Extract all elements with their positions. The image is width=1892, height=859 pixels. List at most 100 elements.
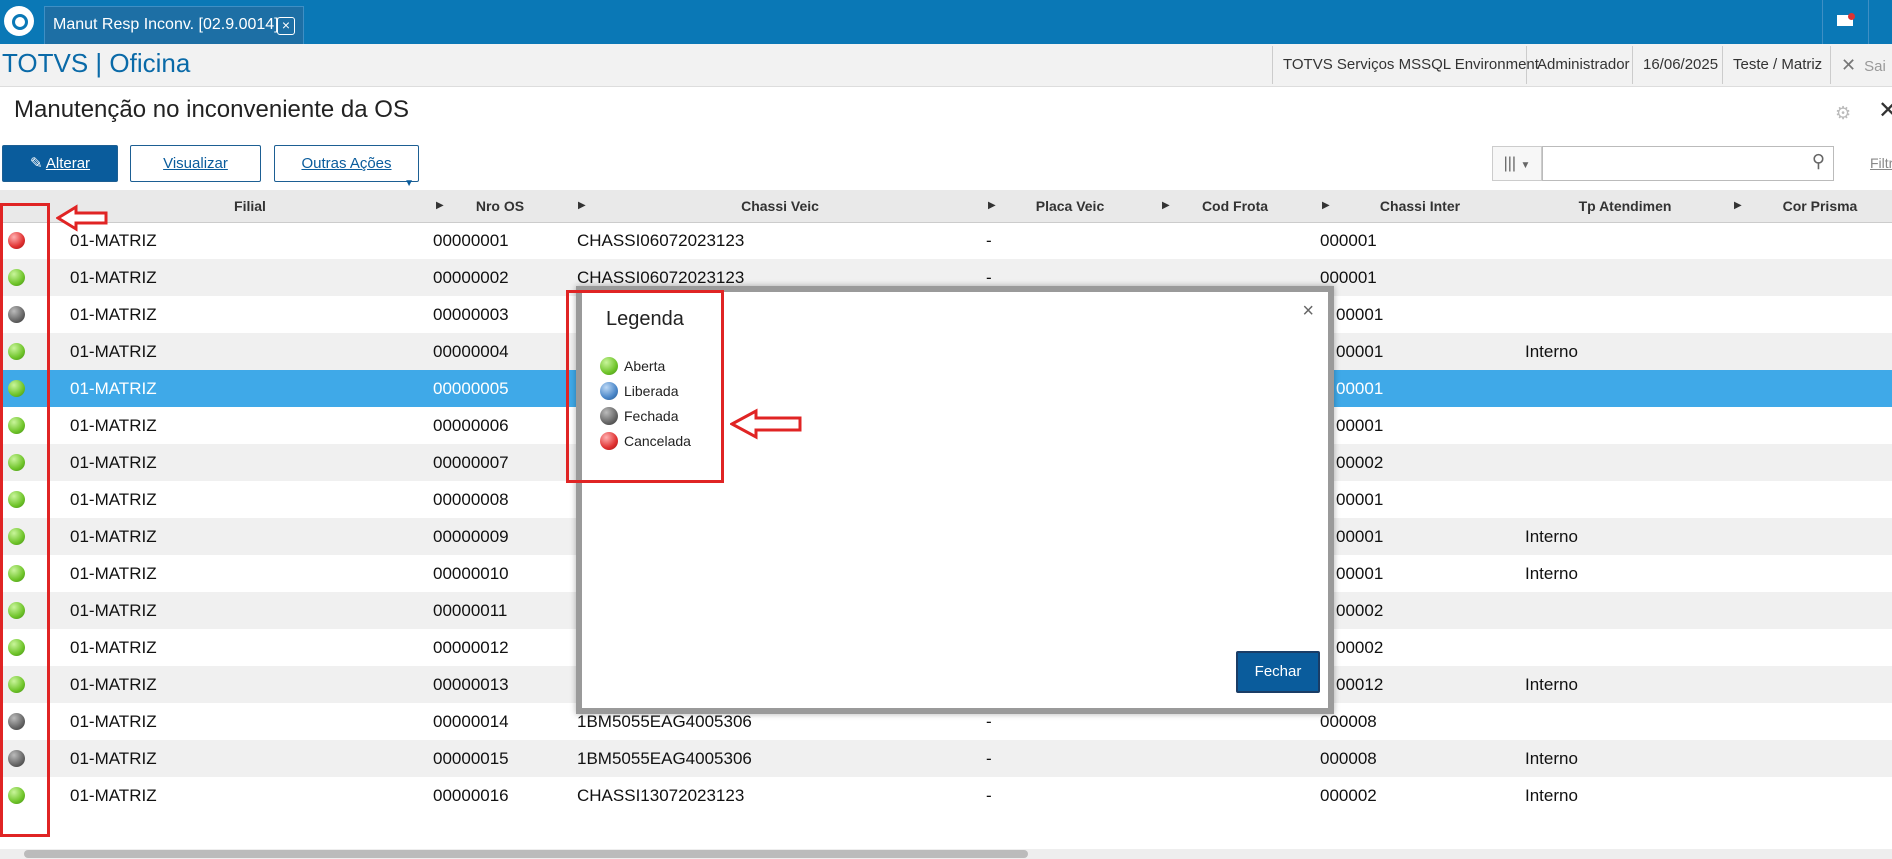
close-page-icon[interactable]: ✕ [1878, 96, 1892, 125]
cell-nro-os: 00000013 [433, 675, 509, 694]
sort-arrow-icon[interactable]: ▶ [578, 190, 586, 222]
pencil-icon: ✎ [29, 155, 46, 172]
col-cod-frota[interactable]: Cod Frota [1180, 190, 1290, 222]
cell-filial: 01-MATRIZ [70, 564, 157, 583]
cell-tp-atend: Interno [1525, 564, 1578, 583]
environment-label[interactable]: TOTVS Serviços MSSQL Environment [1272, 46, 1539, 84]
cell-filial: 01-MATRIZ [70, 638, 157, 657]
mail-icon[interactable] [1822, 0, 1867, 44]
col-filial[interactable]: Filial [170, 190, 330, 222]
cell-chassi-inter: 00002 [1336, 638, 1384, 657]
cell-chassi-veic: CHASSI13072023123 [577, 786, 745, 805]
cell-nro-os: 00000008 [433, 490, 509, 509]
table-row[interactable]: 01-MATRIZ 00000016 CHASSI13072023123 - 00000… [0, 777, 1892, 814]
branch-label[interactable]: Teste / Matriz [1722, 46, 1828, 84]
filter-link[interactable]: Filtr [1870, 155, 1892, 171]
cell-chassi-inter: 00012 [1336, 675, 1384, 694]
col-nro-os[interactable]: Nro OS [440, 190, 560, 222]
cell-filial: 01-MATRIZ [70, 786, 157, 805]
col-tp-atendimen[interactable]: Tp Atendimen [1560, 190, 1690, 222]
cell-tp-atend: Interno [1525, 342, 1578, 361]
date-label[interactable]: 16/06/2025 [1632, 46, 1722, 84]
exit-button[interactable]: ✕ Sai [1830, 46, 1892, 84]
cell-nro-os: 00000003 [433, 305, 509, 324]
col-cor-prisma[interactable]: Cor Prisma [1760, 190, 1880, 222]
cell-filial: 01-MATRIZ [70, 601, 157, 620]
cell-nro-os: 00000009 [433, 527, 509, 546]
cell-chassi-inter: 00001 [1336, 564, 1384, 583]
tab-manut-resp-inconv[interactable]: Manut Resp Inconv. [02.9.0014] × [44, 6, 304, 44]
cell-tp-atend: Interno [1525, 749, 1578, 768]
cell-filial: 01-MATRIZ [70, 342, 157, 361]
outras-acoes-button[interactable]: Outras Ações ▼ [274, 145, 419, 189]
gear-icon[interactable]: ⚙ [1835, 103, 1851, 124]
exit-label: Sai [1864, 58, 1886, 75]
cell-chassi-veic: CHASSI06072023123 [577, 231, 745, 250]
cell-nro-os: 00000016 [433, 786, 509, 805]
cell-filial: 01-MATRIZ [70, 305, 157, 324]
cell-nro-os: 00000011 [433, 601, 508, 620]
cell-tp-atend: Interno [1525, 527, 1578, 546]
sort-arrow-icon[interactable]: ▶ [1322, 190, 1330, 222]
cell-chassi-inter: 00001 [1336, 305, 1384, 324]
cell-nro-os: 00000002 [433, 268, 509, 287]
cell-chassi-inter: 00001 [1336, 379, 1384, 398]
annotation-arrow-left-icon [730, 408, 802, 440]
annotation-box-legend [566, 290, 724, 483]
cell-chassi-inter: 000001 [1320, 231, 1377, 250]
search-icon[interactable]: ⚲ [1812, 151, 1825, 172]
scrollbar-thumb[interactable] [24, 850, 1028, 858]
sort-arrow-icon[interactable]: ▶ [988, 190, 996, 222]
cell-filial: 01-MATRIZ [70, 416, 157, 435]
columns-menu-button[interactable]: ||| ▼ [1492, 146, 1542, 181]
horizontal-scrollbar[interactable] [0, 849, 1892, 859]
top-bar: Manut Resp Inconv. [02.9.0014] × [0, 0, 1892, 44]
cell-nro-os: 00000004 [433, 342, 509, 361]
cell-chassi-inter: 00001 [1336, 342, 1384, 361]
cell-filial: 01-MATRIZ [70, 712, 157, 731]
cell-filial: 01-MATRIZ [70, 675, 157, 694]
totvs-logo-icon[interactable] [4, 6, 34, 36]
cell-filial: 01-MATRIZ [70, 268, 157, 287]
help-icon[interactable] [1868, 0, 1892, 44]
cell-nro-os: 00000015 [433, 749, 509, 768]
cell-nro-os: 00000007 [433, 453, 509, 472]
cell-chassi-inter: 000002 [1320, 786, 1377, 805]
cell-placa: - [986, 749, 992, 768]
cell-filial: 01-MATRIZ [70, 379, 157, 398]
close-icon[interactable]: × [1302, 300, 1314, 323]
sort-arrow-icon[interactable]: ▶ [1162, 190, 1170, 222]
tab-close-icon[interactable]: × [277, 17, 295, 35]
col-placa-veic[interactable]: Placa Veic [1010, 190, 1130, 222]
visualizar-button[interactable]: Visualizar [130, 145, 261, 182]
brand-title: TOTVS | Oficina [2, 48, 191, 78]
cell-nro-os: 00000005 [433, 379, 509, 398]
cell-tp-atend: Interno [1525, 675, 1578, 694]
col-chassi-inter[interactable]: Chassi Inter [1360, 190, 1480, 222]
cell-filial: 01-MATRIZ [70, 527, 157, 546]
table-row[interactable]: 01-MATRIZ 00000015 1BM5055EAG4005306 - 00000… [0, 740, 1892, 777]
tab-title: Manut Resp Inconv. [02.9.0014] [53, 16, 279, 33]
search-input[interactable]: ⚲ [1542, 146, 1834, 181]
exit-icon: ✕ [1841, 55, 1857, 75]
alterar-button[interactable]: ✎ Alterar [2, 145, 118, 182]
page-title: Manutenção no inconveniente da OS [14, 96, 409, 123]
alterar-label: Alterar [45, 155, 91, 172]
cell-chassi-inter: 000008 [1320, 749, 1377, 768]
fechar-button[interactable]: Fechar [1236, 651, 1320, 693]
chevron-down-icon: ▼ [1520, 160, 1531, 171]
sort-arrow-icon[interactable]: ▶ [1734, 190, 1742, 222]
cell-nro-os: 00000006 [433, 416, 509, 435]
cell-filial: 01-MATRIZ [70, 749, 157, 768]
cell-chassi-inter: 00001 [1336, 490, 1384, 509]
columns-icon: ||| [1503, 155, 1517, 172]
cell-placa: - [986, 231, 992, 250]
cell-chassi-inter: 00002 [1336, 453, 1384, 472]
col-chassi-veic[interactable]: Chassi Veic [680, 190, 880, 222]
cell-chassi-inter: 00002 [1336, 601, 1384, 620]
table-row[interactable]: 01-MATRIZ 00000001 CHASSI06072023123-00000… [0, 222, 1892, 259]
grid-header: Filial ▶ Nro OS ▶ Chassi Veic ▶ Placa Ve… [0, 190, 1892, 223]
user-label[interactable]: Administrador [1526, 46, 1632, 84]
annotation-box-status-column [0, 203, 50, 837]
cell-nro-os: 00000010 [433, 564, 509, 583]
